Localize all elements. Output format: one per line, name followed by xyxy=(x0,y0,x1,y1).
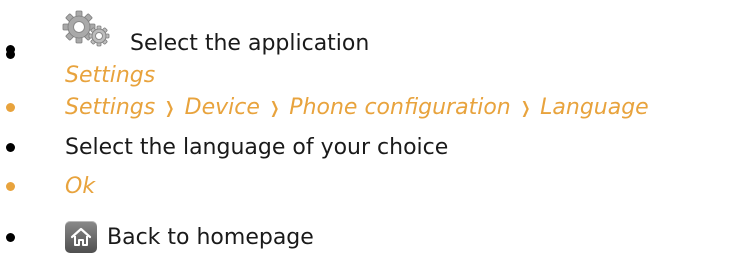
home-icon xyxy=(65,221,97,253)
navigation-path: Settings ❯ Device ❯ Phone configuration … xyxy=(65,90,649,124)
settings-app-name: Settings xyxy=(65,62,156,88)
chevron-right-icon: ❯ xyxy=(165,97,175,117)
bullet-2 xyxy=(6,103,15,112)
ok-label: Ok xyxy=(65,173,96,199)
back-to-homepage-label: Back to homepage xyxy=(107,224,314,250)
path-language: Language xyxy=(540,94,649,120)
bullet-4 xyxy=(6,182,15,191)
path-device: Device xyxy=(184,94,260,120)
step-3-label: Select the language of your choice xyxy=(65,134,449,160)
step-content xyxy=(62,10,123,50)
bullet-3 xyxy=(6,143,15,152)
step-select-application xyxy=(0,10,739,59)
settings-gears-icon xyxy=(59,10,113,50)
step-1-subtext: Settings xyxy=(65,58,155,92)
step-select-language: Select the language of your choice xyxy=(65,130,448,164)
step-1-label: Select the application xyxy=(130,30,370,56)
chevron-right-icon: ❯ xyxy=(520,97,531,117)
bullet-1 xyxy=(6,45,15,54)
path-settings: Settings xyxy=(65,94,156,120)
chevron-right-icon: ❯ xyxy=(269,97,280,117)
bullet-5 xyxy=(6,233,15,242)
path-phone-configuration: Phone configuration xyxy=(289,94,511,120)
step-back-home: Back to homepage xyxy=(65,220,314,254)
step-ok: Ok xyxy=(65,169,95,203)
step-1-text: Select the application xyxy=(130,26,369,60)
